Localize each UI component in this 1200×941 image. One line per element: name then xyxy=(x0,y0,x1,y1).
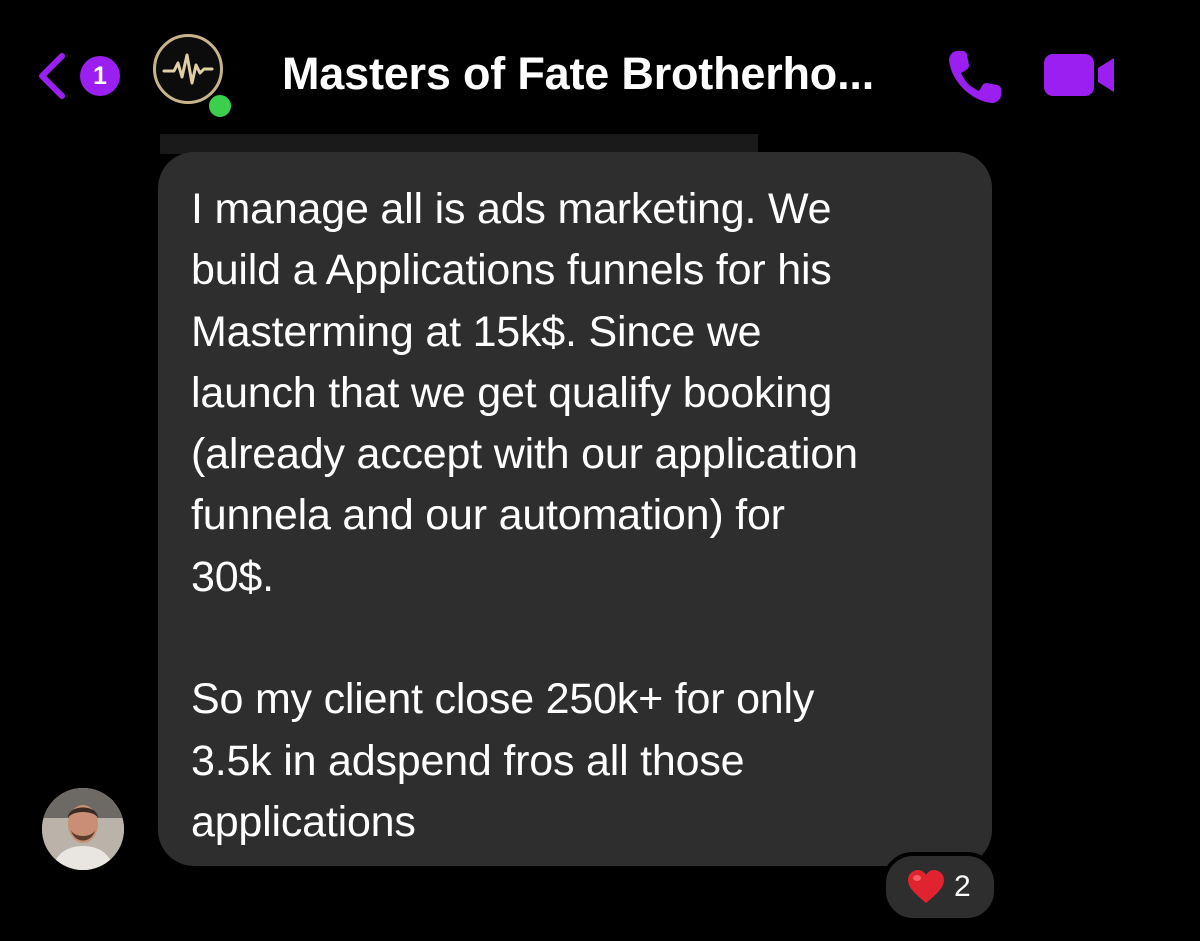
previous-message-edge xyxy=(160,134,758,154)
reaction-pill[interactable]: 2 xyxy=(882,852,998,922)
unread-count-badge: 1 xyxy=(80,56,120,96)
sender-avatar[interactable] xyxy=(42,788,124,870)
back-button[interactable]: 1 xyxy=(34,50,126,102)
red-heart-icon xyxy=(906,869,946,905)
chat-header: 1 Masters of Fate Brotherho... xyxy=(0,0,1200,150)
chat-title[interactable]: Masters of Fate Brotherho... xyxy=(282,48,874,100)
online-status-dot xyxy=(206,92,234,120)
group-avatar[interactable] xyxy=(150,34,246,120)
message-bubble[interactable]: I manage all is ads marketing. We build … xyxy=(158,152,992,866)
voice-call-button[interactable] xyxy=(943,45,1007,109)
video-camera-icon xyxy=(1040,54,1120,106)
chevron-left-icon xyxy=(34,50,68,102)
message-text: I manage all is ads marketing. We build … xyxy=(191,185,858,846)
reaction-count: 2 xyxy=(954,870,971,903)
video-call-button[interactable] xyxy=(1040,50,1120,102)
phone-icon xyxy=(943,51,1007,113)
